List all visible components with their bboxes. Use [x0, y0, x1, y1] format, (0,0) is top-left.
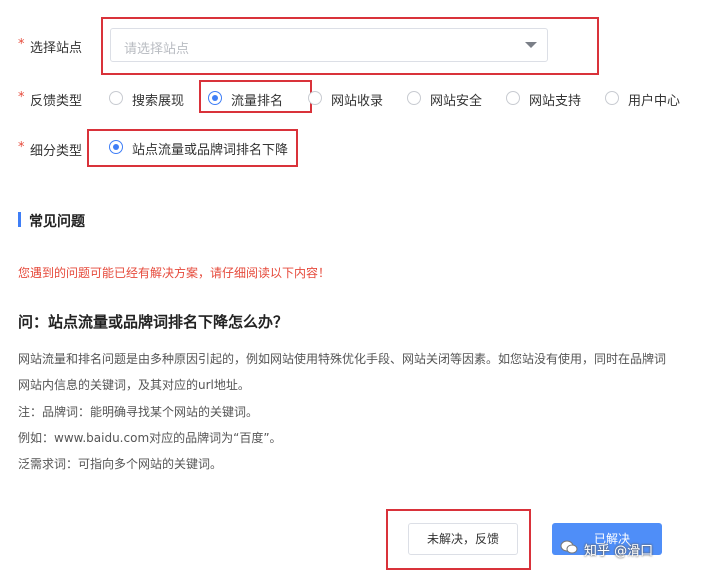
radio-site-security[interactable] [407, 91, 421, 105]
highlight-box-site [101, 17, 599, 75]
faq-question: 问：站点流量或品牌词排名下降怎么办？ [18, 313, 289, 331]
sub-type-label: 细分类型 [30, 144, 83, 159]
faq-answer-line: 网站流量和排名问题是由多种原因引起的，例如网站使用特殊优化手段、网站关闭等因素。… [18, 352, 667, 366]
highlight-box-traffic [199, 80, 312, 113]
watermark-text: 知乎 @滑口 [584, 544, 654, 559]
radio-label[interactable]: 网站收录 [331, 90, 383, 109]
radio-label[interactable]: 网站安全 [430, 90, 482, 109]
radio-search-display[interactable] [109, 91, 123, 105]
required-mark: * [18, 37, 25, 52]
faq-answer-line: 例如：www.baidu.com对应的品牌词为“百度”。 [18, 431, 282, 445]
feedback-type-label: 反馈类型 [30, 94, 83, 109]
warning-text: 您遇到的问题可能已经有解决方案，请仔细阅读以下内容！ [18, 266, 331, 280]
required-mark: * [18, 90, 25, 105]
highlight-box-subtype [87, 129, 298, 167]
section-accent-bar [18, 212, 21, 227]
highlight-box-unresolved [386, 509, 531, 570]
faq-answer-line: 网站内信息的关键词，及其对应的url地址。 [18, 378, 250, 392]
radio-user-center[interactable] [605, 91, 619, 105]
section-title: 常见问题 [29, 214, 85, 230]
radio-label[interactable]: 搜索展现 [132, 90, 184, 109]
radio-site-support[interactable] [506, 91, 520, 105]
site-label: 选择站点 [30, 41, 83, 56]
radio-label[interactable]: 网站支持 [529, 90, 581, 109]
radio-label[interactable]: 用户中心 [628, 90, 680, 109]
faq-answer-line: 注：品牌词：能明确寻找某个网站的关键词。 [18, 405, 259, 419]
radio-site-index[interactable] [308, 91, 322, 105]
faq-answer-line: 泛需求词：可指向多个网站的关键词。 [18, 457, 223, 471]
wechat-icon [560, 540, 578, 554]
required-mark: * [18, 140, 25, 155]
